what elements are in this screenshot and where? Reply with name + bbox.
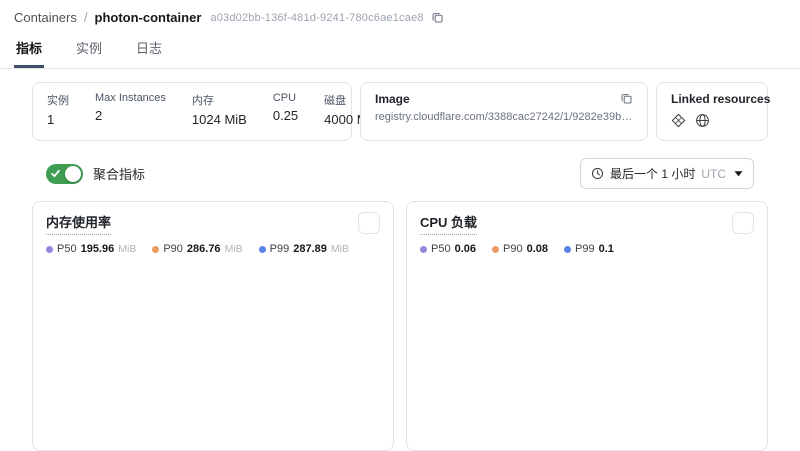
memory-usage-chart-card: 内存使用率 100200300400Jun 29, 03:50Jun 29, 0…	[32, 201, 394, 451]
expand-icon: 0.10.10.10.20.3Jun 29, 03:50Jun 29, 04:3…	[738, 218, 749, 229]
memory-chart-plot[interactable]	[46, 257, 380, 442]
stat-instances: 实例 1	[47, 92, 69, 131]
breadcrumb-containers-link[interactable]: Containers	[14, 10, 77, 25]
tab-logs[interactable]: 日志	[134, 29, 164, 68]
legend-dot	[259, 246, 266, 253]
charts-row: 内存使用率 100200300400Jun 29, 03:50Jun 29, 0…	[32, 201, 768, 451]
cpu-chart-title: CPU 负载	[420, 212, 477, 235]
linked-resources-card: Linked resources	[656, 82, 768, 141]
breadcrumb-separator: /	[84, 10, 88, 25]
legend-dot	[46, 246, 53, 253]
tab-instances[interactable]: 实例	[74, 29, 104, 68]
container-id: a03d02bb-136f-481d-9241-780c6ae1cae8	[210, 12, 423, 24]
container-stats-card: 实例 1 Max Instances 2 内存 1024 MiB CPU 0.2…	[32, 82, 352, 141]
chevron-down-icon	[734, 170, 743, 177]
legend-item-p50[interactable]: P500.06	[420, 243, 476, 255]
info-cards-row: 实例 1 Max Instances 2 内存 1024 MiB CPU 0.2…	[32, 82, 768, 141]
legend-item-p90[interactable]: P900.08	[492, 243, 548, 255]
copy-icon	[431, 11, 444, 24]
memory-chart-legend: P50195.96MiB P90286.76MiB P99287.89MiB	[46, 243, 380, 255]
expand-cpu-chart-button[interactable]: 0.10.10.10.20.3Jun 29, 03:50Jun 29, 04:3…	[732, 212, 754, 234]
legend-item-p50[interactable]: P50195.96MiB	[46, 243, 136, 255]
tab-metrics[interactable]: 指标	[14, 29, 44, 68]
copy-id-button[interactable]	[431, 11, 444, 24]
legend-item-p99[interactable]: P99287.89MiB	[259, 243, 349, 255]
breadcrumb: Containers / photon-container a03d02bb-1…	[0, 0, 800, 29]
image-card: Image registry.cloudflare.com/3388cac272…	[360, 82, 648, 141]
controls-row: 聚合指标 最后一个 1 小时 UTC	[32, 158, 768, 189]
legend-item-p90[interactable]: P90286.76MiB	[152, 243, 242, 255]
memory-chart-title: 内存使用率	[46, 212, 111, 235]
expand-memory-chart-button[interactable]: 100200300400Jun 29, 03:50Jun 29, 04:30Ti…	[358, 212, 380, 234]
copy-image-button[interactable]	[620, 92, 633, 105]
legend-item-p99[interactable]: P990.1	[564, 243, 614, 255]
legend-dot	[492, 246, 499, 253]
workers-icon[interactable]	[671, 113, 686, 131]
legend-dot	[152, 246, 159, 253]
legend-dot	[420, 246, 427, 253]
aggregate-metrics-toggle[interactable]	[46, 164, 83, 184]
clock-icon	[591, 167, 604, 180]
time-range-label: 最后一个 1 小时	[610, 165, 695, 182]
tab-bar: 指标 实例 日志	[0, 29, 800, 69]
cpu-chart-plot[interactable]	[420, 257, 754, 442]
cpu-load-chart-card: CPU 负载 0.10.10.10.20.3Jun 29, 03:50Jun 2…	[406, 201, 768, 451]
globe-icon[interactable]	[695, 113, 710, 131]
cpu-chart-legend: P500.06 P900.08 P990.1	[420, 243, 754, 255]
page-title: photon-container	[95, 10, 202, 25]
expand-icon: 100200300400Jun 29, 03:50Jun 29, 04:30Ti…	[364, 218, 375, 229]
stat-cpu: CPU 0.25	[273, 92, 298, 131]
time-zone-label: UTC	[701, 167, 726, 181]
check-icon	[51, 169, 60, 178]
time-range-dropdown[interactable]: 最后一个 1 小时 UTC	[580, 158, 754, 189]
image-registry-url: registry.cloudflare.com/3388cac27242/1/9…	[375, 111, 633, 123]
toggle-knob	[65, 166, 81, 182]
legend-dot	[564, 246, 571, 253]
stat-memory: 内存 1024 MiB	[192, 92, 247, 131]
image-card-title: Image	[375, 92, 410, 106]
copy-icon	[620, 92, 633, 105]
stat-max-instances: Max Instances 2	[95, 92, 166, 131]
aggregate-metrics-label: 聚合指标	[93, 164, 145, 183]
linked-resources-title: Linked resources	[671, 92, 753, 106]
